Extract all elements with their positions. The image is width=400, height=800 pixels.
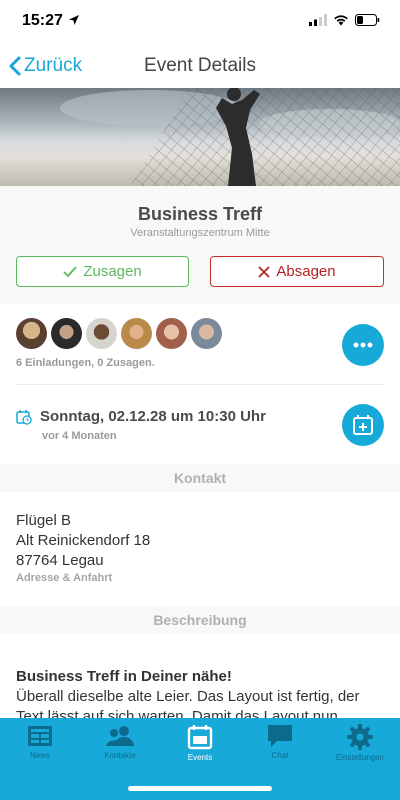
description-section-heading: Beschreibung bbox=[0, 606, 400, 634]
address-card[interactable]: Flügel B Alt Reinickendorf 18 87764 Lega… bbox=[0, 492, 400, 606]
accept-button[interactable]: Zusagen bbox=[16, 256, 189, 287]
navigation-bar: Zurück Event Details bbox=[0, 44, 400, 88]
hero-photo bbox=[60, 88, 400, 186]
participants-card: 6 Einladungen, 0 Zusagen. Sonntag, 02.12… bbox=[0, 304, 400, 464]
accept-label: Zusagen bbox=[83, 263, 142, 280]
home-indicator[interactable] bbox=[128, 786, 272, 791]
tab-chat[interactable]: Chat bbox=[240, 724, 320, 770]
avatar[interactable] bbox=[121, 318, 152, 349]
location-arrow-icon bbox=[69, 15, 79, 25]
news-icon bbox=[28, 726, 52, 746]
wifi-icon bbox=[334, 15, 348, 26]
decline-button[interactable]: Absagen bbox=[210, 256, 384, 287]
calendar-icon bbox=[187, 725, 213, 750]
close-icon bbox=[258, 265, 271, 278]
event-header: Business Treff Veranstaltungszentrum Mit… bbox=[0, 186, 400, 304]
event-venue: Veranstaltungszentrum Mitte bbox=[130, 227, 270, 239]
status-time: 15:27 bbox=[22, 12, 63, 29]
tab-bar: News Kontakte Events Chat Einstellungen bbox=[0, 718, 400, 800]
avatar[interactable] bbox=[16, 318, 47, 349]
avatar[interactable] bbox=[156, 318, 187, 349]
contact-section-heading: Kontakt bbox=[0, 464, 400, 492]
event-date-row: Sonntag, 02.12.28 um 10:30 Uhr bbox=[16, 408, 266, 425]
tab-label: News bbox=[29, 751, 50, 760]
event-date: Sonntag, 02.12.28 um 10:30 Uhr bbox=[40, 408, 266, 425]
calendar-add-icon bbox=[353, 415, 373, 435]
status-bar: 15:27 bbox=[0, 0, 400, 44]
address-line: Alt Reinickendorf 18 bbox=[16, 532, 151, 549]
description-title: Business Treff in Deiner nähe! bbox=[16, 668, 232, 685]
more-button[interactable] bbox=[342, 324, 384, 366]
description-card: Business Treff in Deiner nähe! Überall d… bbox=[0, 634, 400, 724]
settings-icon bbox=[347, 724, 373, 750]
tab-label: Kontakte bbox=[104, 751, 136, 760]
battery-icon bbox=[355, 14, 380, 26]
more-dots-icon bbox=[353, 342, 373, 348]
tab-contacts[interactable]: Kontakte bbox=[80, 724, 160, 770]
tab-news[interactable]: News bbox=[0, 724, 80, 770]
address-directions-label: Adresse & Anfahrt bbox=[16, 572, 113, 584]
invitation-summary: 6 Einladungen, 0 Zusagen. bbox=[16, 357, 155, 369]
decline-label: Absagen bbox=[276, 263, 336, 280]
tab-settings[interactable]: Einstellungen bbox=[320, 724, 400, 770]
avatar[interactable] bbox=[51, 318, 82, 349]
status-icons bbox=[309, 14, 380, 26]
event-title: Business Treff bbox=[137, 204, 263, 224]
address-line: 87764 Legau bbox=[16, 552, 104, 569]
page-title: Event Details bbox=[144, 55, 256, 76]
tab-label: Einstellungen bbox=[335, 753, 385, 762]
tab-events[interactable]: Events bbox=[160, 724, 240, 770]
avatar[interactable] bbox=[191, 318, 222, 349]
event-date-relative: vor 4 Monaten bbox=[42, 430, 117, 442]
tab-label: Chat bbox=[271, 751, 289, 760]
divider bbox=[16, 384, 384, 385]
contacts-icon bbox=[106, 726, 134, 746]
signal-icon bbox=[309, 14, 327, 26]
tab-label: Events bbox=[187, 753, 213, 762]
avatar[interactable] bbox=[86, 318, 117, 349]
add-to-calendar-button[interactable] bbox=[342, 404, 384, 446]
checkmark-icon bbox=[63, 265, 77, 277]
chat-icon bbox=[268, 725, 292, 747]
address-line: Flügel B bbox=[16, 512, 72, 529]
avatar-list bbox=[16, 318, 222, 349]
calendar-clock-icon bbox=[16, 409, 32, 425]
event-hero-image bbox=[0, 88, 400, 186]
